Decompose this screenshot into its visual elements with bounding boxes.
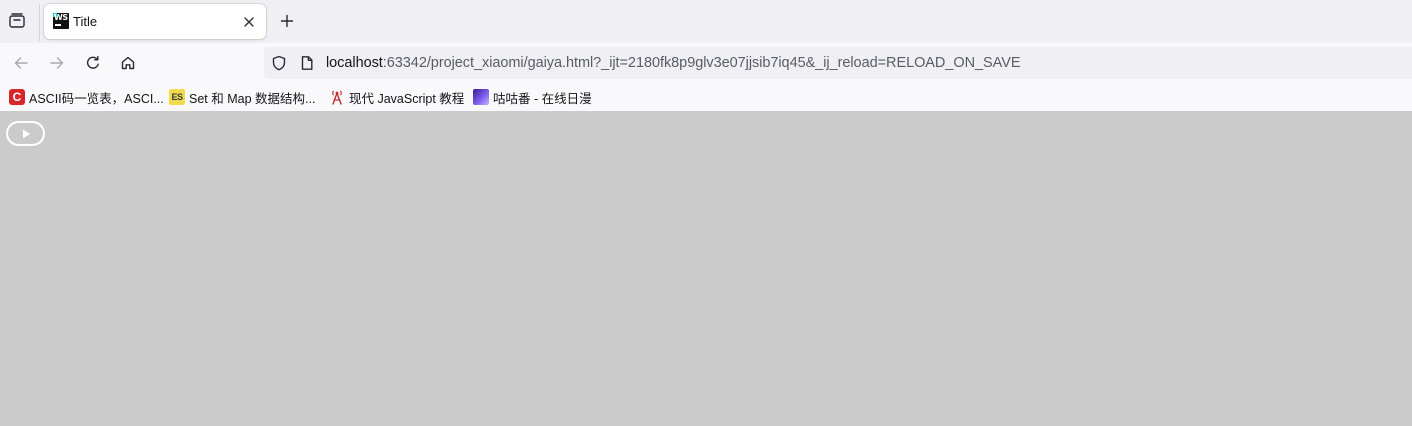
tab-strip: WS Title — [0, 0, 1412, 43]
bookmark-label: ASCII码一览表，ASCI... — [29, 91, 164, 106]
close-icon — [243, 16, 254, 27]
page-icon[interactable] — [299, 55, 315, 71]
bookmark-item[interactable]: 咕咕番 - 在线日漫 — [473, 89, 592, 106]
page-content — [0, 111, 1412, 426]
reload-icon — [86, 55, 99, 69]
back-arrow-icon — [14, 57, 28, 69]
reload-button[interactable] — [81, 51, 105, 75]
bookmark-label: 现代 JavaScript 教程 — [349, 91, 465, 106]
forward-arrow-icon — [50, 57, 64, 69]
radio-tower-icon — [329, 89, 345, 105]
c-red-icon: C — [9, 89, 25, 105]
url-path: :63342/project_xiaomi/gaiya.html?_ijt=21… — [382, 55, 1021, 71]
tab-overview-button[interactable] — [5, 9, 29, 33]
new-tab-button[interactable] — [275, 9, 299, 33]
navigation-toolbar: localhost:63342/project_xiaomi/gaiya.htm… — [0, 43, 1412, 83]
tab-overview-icon — [9, 13, 25, 28]
tab-close-button[interactable] — [240, 13, 257, 30]
plus-icon — [280, 14, 294, 28]
bookmark-item[interactable]: C ASCII码一览表，ASCI... — [9, 89, 164, 106]
home-button[interactable] — [116, 51, 140, 75]
play-icon — [22, 129, 30, 138]
bookmark-label: 咕咕番 - 在线日漫 — [493, 91, 592, 106]
tabstrip-divider — [39, 4, 40, 41]
es-icon: ES — [169, 89, 185, 105]
shield-icon[interactable] — [271, 55, 287, 71]
back-button[interactable] — [9, 51, 33, 75]
home-icon — [121, 56, 135, 70]
play-button[interactable] — [6, 121, 45, 146]
bookmark-label: Set 和 Map 数据结构... — [189, 91, 316, 106]
bookmark-item[interactable]: ES Set 和 Map 数据结构... — [169, 89, 316, 106]
webstorm-icon: WS — [53, 13, 69, 29]
tab-title: Title — [73, 14, 98, 29]
address-bar[interactable]: localhost:63342/project_xiaomi/gaiya.htm… — [264, 47, 1412, 79]
gugufan-icon — [473, 89, 489, 105]
url-text[interactable]: localhost:63342/project_xiaomi/gaiya.htm… — [326, 55, 1021, 71]
bookmark-item[interactable]: 现代 JavaScript 教程 — [329, 89, 465, 106]
url-host: localhost — [326, 55, 383, 71]
bookmarks-toolbar: C ASCII码一览表，ASCI... ES Set 和 Map 数据结构...… — [0, 83, 1412, 111]
tab-active[interactable]: WS Title — [44, 4, 266, 39]
forward-button[interactable] — [45, 51, 69, 75]
